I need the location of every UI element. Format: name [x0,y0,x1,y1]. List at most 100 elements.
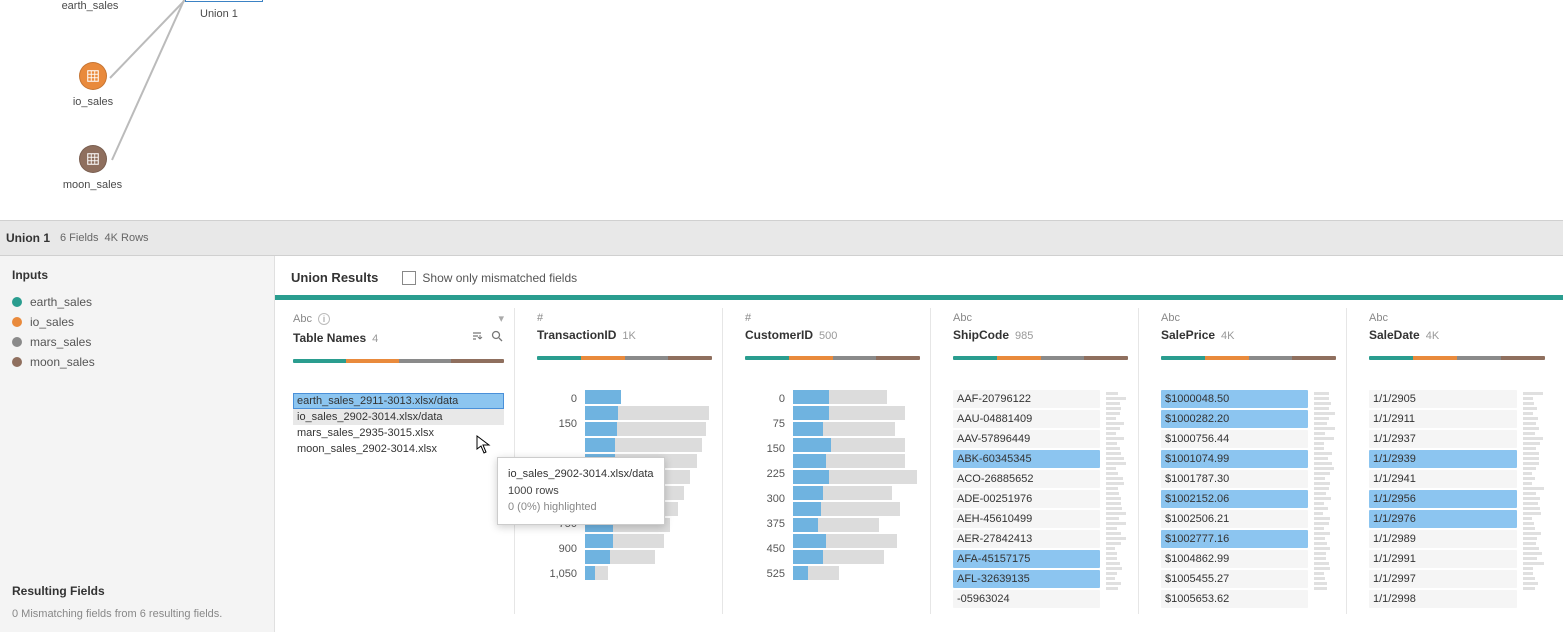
axis-label: 150 [745,440,785,459]
histogram-bar[interactable] [793,566,920,580]
input-item[interactable]: mars_sales [12,332,262,352]
value-row[interactable]: AER-27842413 [953,530,1100,548]
mini-bar [1314,562,1329,565]
mini-bar [1314,532,1330,535]
value-row[interactable]: $1002152.06 [1161,490,1308,508]
search-icon[interactable] [490,329,504,343]
value-row[interactable]: 1/1/2998 [1369,590,1517,608]
flow-node-label: moon_sales [60,179,125,191]
value-row[interactable]: 1/1/2939 [1369,450,1517,468]
value-list[interactable]: AAF-20796122 AAU-04881409 AAV-57896449 ABK-… [953,390,1128,608]
value-row[interactable]: 1/1/2997 [1369,570,1517,588]
column-name: SaleDate [1369,328,1420,342]
histogram-bar[interactable] [793,486,920,500]
value-row[interactable]: $1000756.44 [1161,430,1308,448]
mini-bar [1523,547,1539,550]
value-row[interactable]: $1002506.21 [1161,510,1308,528]
value-row[interactable]: ACO-26885652 [953,470,1100,488]
mini-bar [1106,557,1117,560]
flow-node-io-sales[interactable]: io_sales [68,62,118,108]
histogram-bar[interactable] [585,390,712,404]
value-row[interactable]: $1001787.30 [1161,470,1308,488]
histogram[interactable]: 075150225300375450525 [745,390,920,584]
value-row[interactable]: $1004862.99 [1161,550,1308,568]
value-row[interactable]: 1/1/2956 [1369,490,1517,508]
input-item[interactable]: earth_sales [12,292,262,312]
mini-bar [1314,392,1329,395]
dropdown-icon[interactable]: ▾ [498,312,504,325]
table-icon [79,62,107,90]
value-list[interactable]: $1000048.50 $1000282.20 $1000756.44 $100107… [1161,390,1336,608]
value-row[interactable]: 1/1/2991 [1369,550,1517,568]
axis-label: 0 [537,390,577,409]
value-row[interactable]: AFL-32639135 [953,570,1100,588]
value-row[interactable]: 1/1/2905 [1369,390,1517,408]
info-icon[interactable]: i [318,313,330,325]
sort-icon[interactable] [470,329,484,343]
flow-node-label: earth_sales [60,0,120,12]
table-name-row[interactable]: earth_sales_2911-3013.xlsx/data [293,393,504,409]
histogram-bar[interactable] [585,566,712,580]
histogram-bar[interactable] [585,534,712,548]
value-row[interactable]: $1000282.20 [1161,410,1308,428]
flow-canvas[interactable]: Union 1 earth_sales io_sales moon_sales [0,0,1563,220]
value-row[interactable]: AAF-20796122 [953,390,1100,408]
mini-bar [1523,532,1541,535]
histogram-bar[interactable] [585,422,712,436]
histogram-bar[interactable] [793,502,920,516]
histogram-bar[interactable] [793,534,920,548]
histogram-bar[interactable] [793,422,920,436]
type-badge: Abc [1161,312,1180,324]
value-row[interactable]: $1005455.27 [1161,570,1308,588]
mini-bar [1106,392,1118,395]
value-row[interactable]: ABK-60345345 [953,450,1100,468]
flow-connector-lines [0,0,1563,220]
value-row[interactable]: 1/1/2989 [1369,530,1517,548]
histogram-bar[interactable] [793,518,920,532]
input-item[interactable]: io_sales [12,312,262,332]
mini-bar [1523,587,1535,590]
histogram-bar[interactable] [793,438,920,452]
flow-node-earth-sales[interactable]: earth_sales [60,0,120,12]
mini-bar [1523,562,1544,565]
mini-bar [1523,537,1537,540]
value-row[interactable]: $1005653.62 [1161,590,1308,608]
value-row[interactable]: 1/1/2941 [1369,470,1517,488]
mini-bar [1523,552,1542,555]
value-row[interactable]: AAU-04881409 [953,410,1100,428]
table-name-row[interactable]: io_sales_2902-3014.xlsx/data [293,409,504,425]
histogram-bar[interactable] [793,406,920,420]
histogram-bar[interactable] [793,470,920,484]
mini-bar [1314,512,1323,515]
histogram-bar[interactable] [793,454,920,468]
value-row[interactable]: 1/1/2911 [1369,410,1517,428]
value-row[interactable]: 1/1/2976 [1369,510,1517,528]
mini-bar [1106,442,1117,445]
histogram-bar[interactable] [793,390,920,404]
table-name-row[interactable]: mars_sales_2935-3015.xlsx [293,425,504,441]
input-item[interactable]: moon_sales [12,352,262,372]
mini-bar [1106,562,1120,565]
table-name-row[interactable]: moon_sales_2902-3014.xlsx [293,441,504,457]
histogram-bar[interactable] [793,550,920,564]
histogram-bar[interactable] [585,438,712,452]
mini-bar [1106,447,1120,450]
value-row[interactable]: -05963024 [953,590,1100,608]
value-row[interactable]: ADE-00251976 [953,490,1100,508]
mini-bar [1523,432,1535,435]
value-row[interactable]: 1/1/2937 [1369,430,1517,448]
union-node[interactable] [185,0,263,2]
value-row[interactable]: AFA-45157175 [953,550,1100,568]
value-row[interactable]: AAV-57896449 [953,430,1100,448]
show-mismatched-checkbox[interactable]: Show only mismatched fields [402,271,577,285]
histogram-bar[interactable] [585,550,712,564]
histogram-bar[interactable] [585,406,712,420]
value-row[interactable]: AEH-45610499 [953,510,1100,528]
value-row[interactable]: $1000048.50 [1161,390,1308,408]
value-row[interactable]: $1002777.16 [1161,530,1308,548]
mini-bar [1106,507,1122,510]
value-list[interactable]: 1/1/2905 1/1/2911 1/1/2937 1/1/2939 1/1/2941… [1369,390,1545,608]
flow-node-moon-sales[interactable]: moon_sales [60,145,125,191]
value-row[interactable]: $1001074.99 [1161,450,1308,468]
axis-label: 150 [537,415,577,434]
